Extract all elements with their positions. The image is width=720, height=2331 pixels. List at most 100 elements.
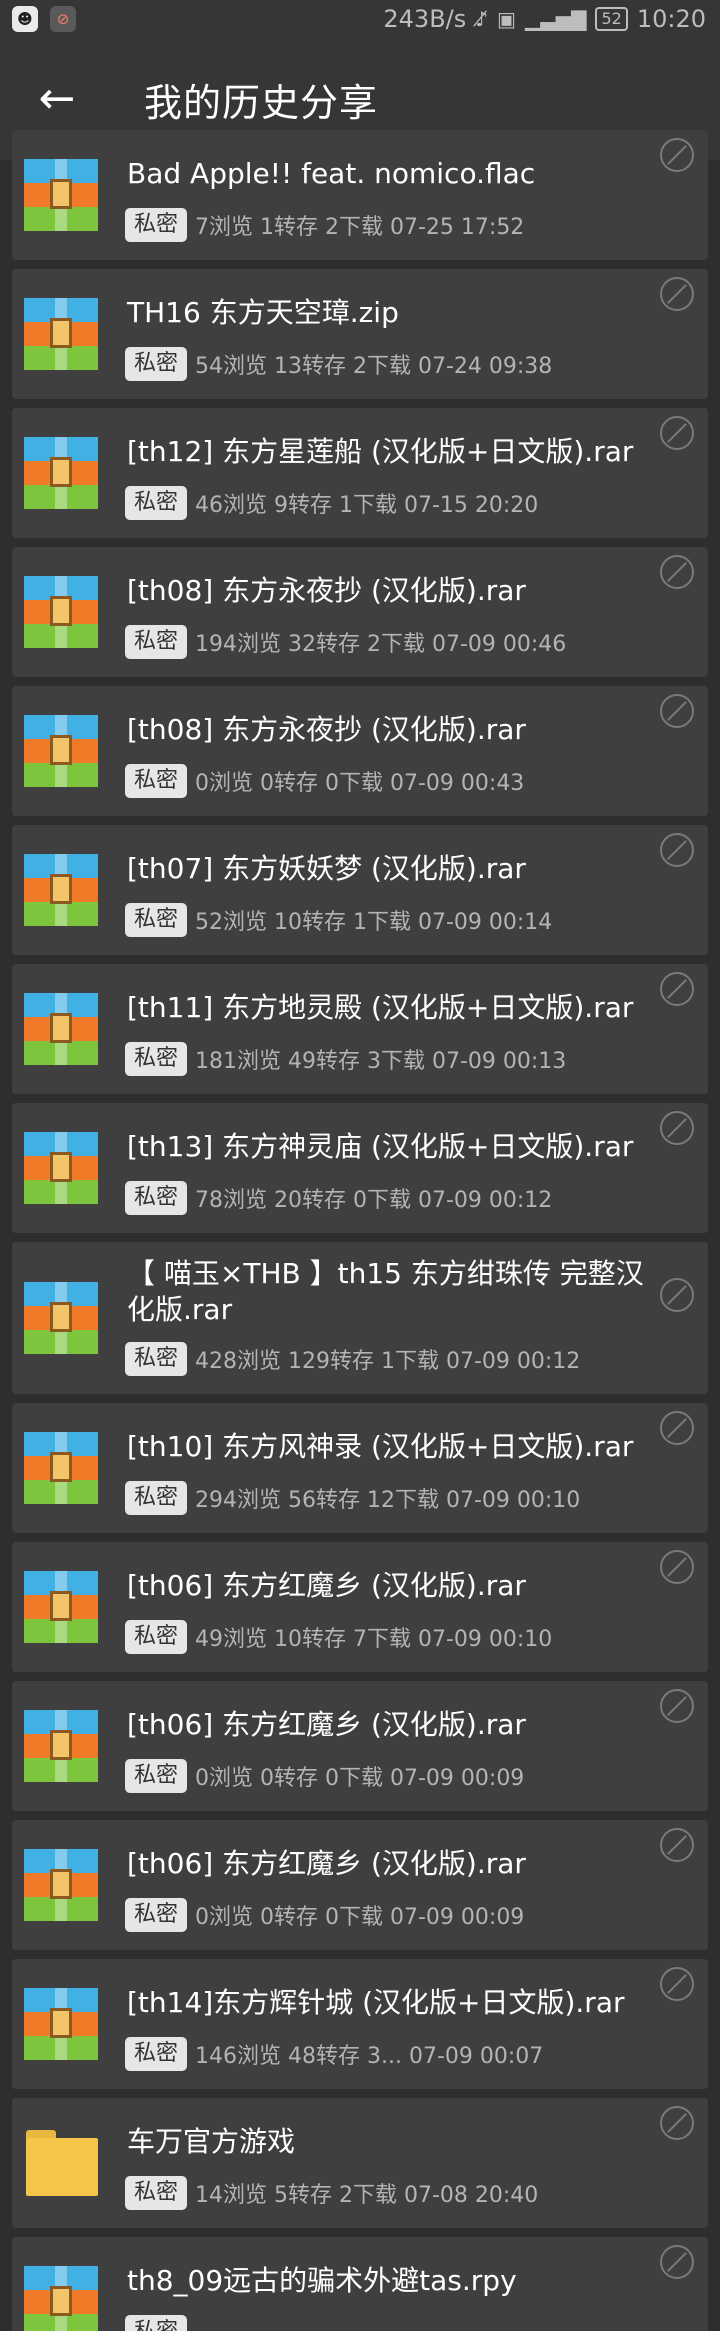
cancel-share-icon[interactable] [660, 1689, 694, 1723]
file-name: [th06] 东方红魔乡 (汉化版).rar [127, 1847, 526, 1880]
share-item[interactable]: [th12] 东方星莲船 (汉化版+日文版).rar 私密 46浏览 9转存 1下载… [12, 408, 708, 538]
cancel-share-icon[interactable] [660, 1111, 694, 1145]
share-stats: 14浏览 5转存 2下载 07-08 20:40 [195, 2183, 539, 2208]
file-name: [th06] 东方红魔乡 (汉化版).rar [127, 1708, 526, 1741]
file-name: [th12] 东方星莲船 (汉化版+日文版).rar [127, 435, 634, 468]
file-name: [th08] 东方永夜抄 (汉化版).rar [127, 574, 526, 607]
share-item[interactable]: [th11] 东方地灵殿 (汉化版+日文版).rar 私密 181浏览 49转存 3… [12, 964, 708, 1094]
privacy-badge: 私密 [125, 2176, 188, 2210]
share-item[interactable]: 【 喵玉×THB 】th15 东方绀珠传 完整汉化版.rar 私密 428浏览 12… [12, 1242, 708, 1394]
status-bar: ☻ ⊘ 243B/s ♪̸ ▣ ▁▃▅▇ 52 10:20 [0, 0, 720, 38]
archive-icon [24, 1988, 98, 2060]
share-stats: 7浏览 1转存 2下载 07-25 17:52 [195, 215, 525, 240]
cancel-share-icon[interactable] [660, 277, 694, 311]
share-meta: 私密 78浏览 20转存 0下载 07-09 00:12 [125, 1181, 552, 1215]
battery-indicator: 52 [595, 7, 628, 31]
file-name: th8_09远古的骗术外避tas.rpy [127, 2264, 517, 2297]
share-item[interactable]: [th14]东方辉针城 (汉化版+日文版).rar 私密 146浏览 48转存 3.… [12, 1959, 708, 2089]
share-meta: 私密 7浏览 1转存 2下载 07-25 17:52 [125, 208, 524, 242]
share-meta: 私密 49浏览 10转存 7下载 07-09 00:10 [125, 1620, 552, 1654]
share-item[interactable]: Bad Apple!! feat. nomico.flac 私密 7浏览 1转存 2… [12, 130, 708, 260]
cancel-share-icon[interactable] [660, 833, 694, 867]
privacy-badge: 私密 [125, 347, 188, 381]
cancel-share-icon[interactable] [660, 1967, 694, 2001]
page-title: 我的历史分享 [144, 80, 379, 125]
share-meta: 私密 428浏览 129转存 1下载 07-09 00:12 [125, 1342, 580, 1376]
share-stats: 294浏览 56转存 12下载 07-09 00:10 [195, 1488, 581, 1513]
share-meta: 私密 146浏览 48转存 3... 07-09 00:07 [125, 2037, 543, 2071]
share-stats: 181浏览 49转存 3下载 07-09 00:13 [195, 1049, 567, 1074]
share-meta: 私密 [125, 2315, 195, 2331]
archive-icon [24, 1710, 98, 1782]
privacy-badge: 私密 [125, 1620, 188, 1654]
file-name: 车万官方游戏 [127, 2125, 296, 2158]
share-item[interactable]: [th08] 东方永夜抄 (汉化版).rar 私密 0浏览 0转存 0下载 07-0… [12, 686, 708, 816]
cancel-share-icon[interactable] [660, 2106, 694, 2140]
share-item[interactable]: TH16 东方天空璋.zip 私密 54浏览 13转存 2下载 07-24 09:3… [12, 269, 708, 399]
archive-icon [24, 1132, 98, 1204]
share-meta: 私密 181浏览 49转存 3下载 07-09 00:13 [125, 1042, 566, 1076]
privacy-badge: 私密 [125, 1042, 188, 1076]
share-stats: 0浏览 0转存 0下载 07-09 00:43 [195, 771, 525, 796]
privacy-badge: 私密 [125, 1181, 188, 1215]
share-meta: 私密 54浏览 13转存 2下载 07-24 09:38 [125, 347, 552, 381]
share-meta: 私密 294浏览 56转存 12下载 07-09 00:10 [125, 1481, 580, 1515]
share-stats: 49浏览 10转存 7下载 07-09 00:10 [195, 1627, 553, 1652]
archive-icon [24, 1432, 98, 1504]
cancel-share-icon[interactable] [660, 2245, 694, 2279]
share-item[interactable]: [th06] 东方红魔乡 (汉化版).rar 私密 0浏览 0转存 0下载 07-0… [12, 1681, 708, 1811]
file-name: [th08] 东方永夜抄 (汉化版).rar [127, 713, 526, 746]
archive-icon [24, 1571, 98, 1643]
share-meta: 私密 0浏览 0转存 0下载 07-09 00:09 [125, 1759, 524, 1793]
cancel-share-icon[interactable] [660, 694, 694, 728]
share-meta: 私密 46浏览 9转存 1下载 07-15 20:20 [125, 486, 538, 520]
back-button[interactable]: ← [28, 70, 86, 128]
archive-icon [24, 437, 98, 509]
share-item[interactable]: [th06] 东方红魔乡 (汉化版).rar 私密 49浏览 10转存 7下载 07… [12, 1542, 708, 1672]
privacy-badge: 私密 [125, 1481, 188, 1515]
cancel-share-icon[interactable] [660, 555, 694, 589]
cancel-share-icon[interactable] [660, 416, 694, 450]
status-bar-left: ☻ ⊘ [12, 6, 76, 32]
file-name: [th07] 东方妖妖梦 (汉化版).rar [127, 852, 526, 885]
privacy-badge: 私密 [125, 764, 188, 798]
cancel-share-icon[interactable] [660, 1278, 694, 1312]
cancel-share-icon[interactable] [660, 1550, 694, 1584]
file-name: [th11] 东方地灵殿 (汉化版+日文版).rar [127, 991, 634, 1024]
share-item[interactable]: 车万官方游戏 私密 14浏览 5转存 2下载 07-08 20:40 [12, 2098, 708, 2228]
qq-icon: ☻ [12, 6, 38, 32]
network-speed: 243B/s [383, 5, 467, 33]
cancel-share-icon[interactable] [660, 972, 694, 1006]
cancel-share-icon[interactable] [660, 1411, 694, 1445]
clock: 10:20 [636, 5, 706, 33]
share-item[interactable]: [th08] 东方永夜抄 (汉化版).rar 私密 194浏览 32转存 2下载 0… [12, 547, 708, 677]
share-meta: 私密 194浏览 32转存 2下载 07-09 00:46 [125, 625, 566, 659]
blocked-app-icon: ⊘ [50, 6, 76, 32]
share-stats: 0浏览 0转存 0下载 07-09 00:09 [195, 1766, 525, 1791]
file-name: [th14]东方辉针城 (汉化版+日文版).rar [127, 1986, 625, 2019]
privacy-badge: 私密 [125, 208, 188, 242]
share-item[interactable]: [th13] 东方神灵庙 (汉化版+日文版).rar 私密 78浏览 20转存 0下… [12, 1103, 708, 1233]
share-stats: 78浏览 20转存 0下载 07-09 00:12 [195, 1188, 553, 1213]
status-bar-right: 243B/s ♪̸ ▣ ▁▃▅▇ 52 10:20 [383, 5, 706, 33]
privacy-badge: 私密 [125, 486, 188, 520]
file-name: TH16 东方天空璋.zip [127, 296, 399, 329]
archive-icon [24, 576, 98, 648]
folder-icon [26, 2130, 98, 2196]
share-item[interactable]: [th06] 东方红魔乡 (汉化版).rar 私密 0浏览 0转存 0下载 07-0… [12, 1820, 708, 1950]
file-name: [th06] 东方红魔乡 (汉化版).rar [127, 1569, 526, 1602]
share-stats: 428浏览 129转存 1下载 07-09 00:12 [195, 1349, 581, 1374]
share-stats: 46浏览 9转存 1下载 07-15 20:20 [195, 493, 539, 518]
share-stats: 194浏览 32转存 2下载 07-09 00:46 [195, 632, 567, 657]
share-item[interactable]: [th07] 东方妖妖梦 (汉化版).rar 私密 52浏览 10转存 1下载 07… [12, 825, 708, 955]
share-item[interactable]: [th10] 东方风神录 (汉化版+日文版).rar 私密 294浏览 56转存 1… [12, 1403, 708, 1533]
share-meta: 私密 52浏览 10转存 1下载 07-09 00:14 [125, 903, 552, 937]
cancel-share-icon[interactable] [660, 138, 694, 172]
archive-icon [24, 159, 98, 231]
share-stats: 52浏览 10转存 1下载 07-09 00:14 [195, 910, 553, 935]
file-name: [th13] 东方神灵庙 (汉化版+日文版).rar [127, 1130, 634, 1163]
archive-icon [24, 1849, 98, 1921]
share-item[interactable]: th8_09远古的骗术外避tas.rpy 私密 [12, 2237, 708, 2331]
cancel-share-icon[interactable] [660, 1828, 694, 1862]
mute-icon: ♪̸ [475, 7, 489, 31]
